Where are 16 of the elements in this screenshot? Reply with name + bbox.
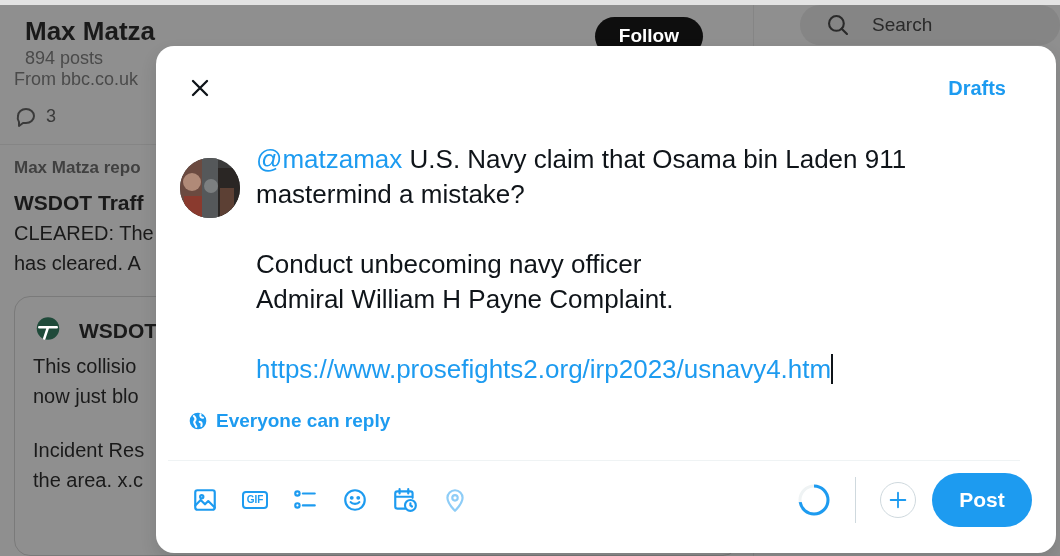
post-title: WSDOT Traff	[14, 189, 144, 216]
post-source: From bbc.co.uk	[13, 69, 139, 89]
post-text: has cleared. A	[14, 252, 141, 274]
quote-text: now just blo	[33, 384, 139, 407]
quote-text: This collisio	[33, 354, 137, 377]
quote-author: WSDOT	[79, 318, 158, 344]
profile-name: Max Matza	[25, 15, 156, 47]
repost-label: Max Matza repo	[14, 157, 141, 179]
quote-text: the area. x.c	[33, 468, 144, 491]
post-text: CLEARED: The	[14, 222, 154, 244]
post-text: Conduct unbecoming navy officer	[256, 248, 643, 281]
post-text: @matzamax U.S. Navy claim that Osama bin Laden 911 mastermind a mistake?	[256, 143, 908, 211]
reply-count: 3	[46, 105, 56, 128]
post-count: 894 posts	[25, 47, 105, 69]
quote-text: Incident Res	[33, 438, 145, 461]
post-text: Admiral William H Payne Complaint.	[256, 283, 675, 316]
